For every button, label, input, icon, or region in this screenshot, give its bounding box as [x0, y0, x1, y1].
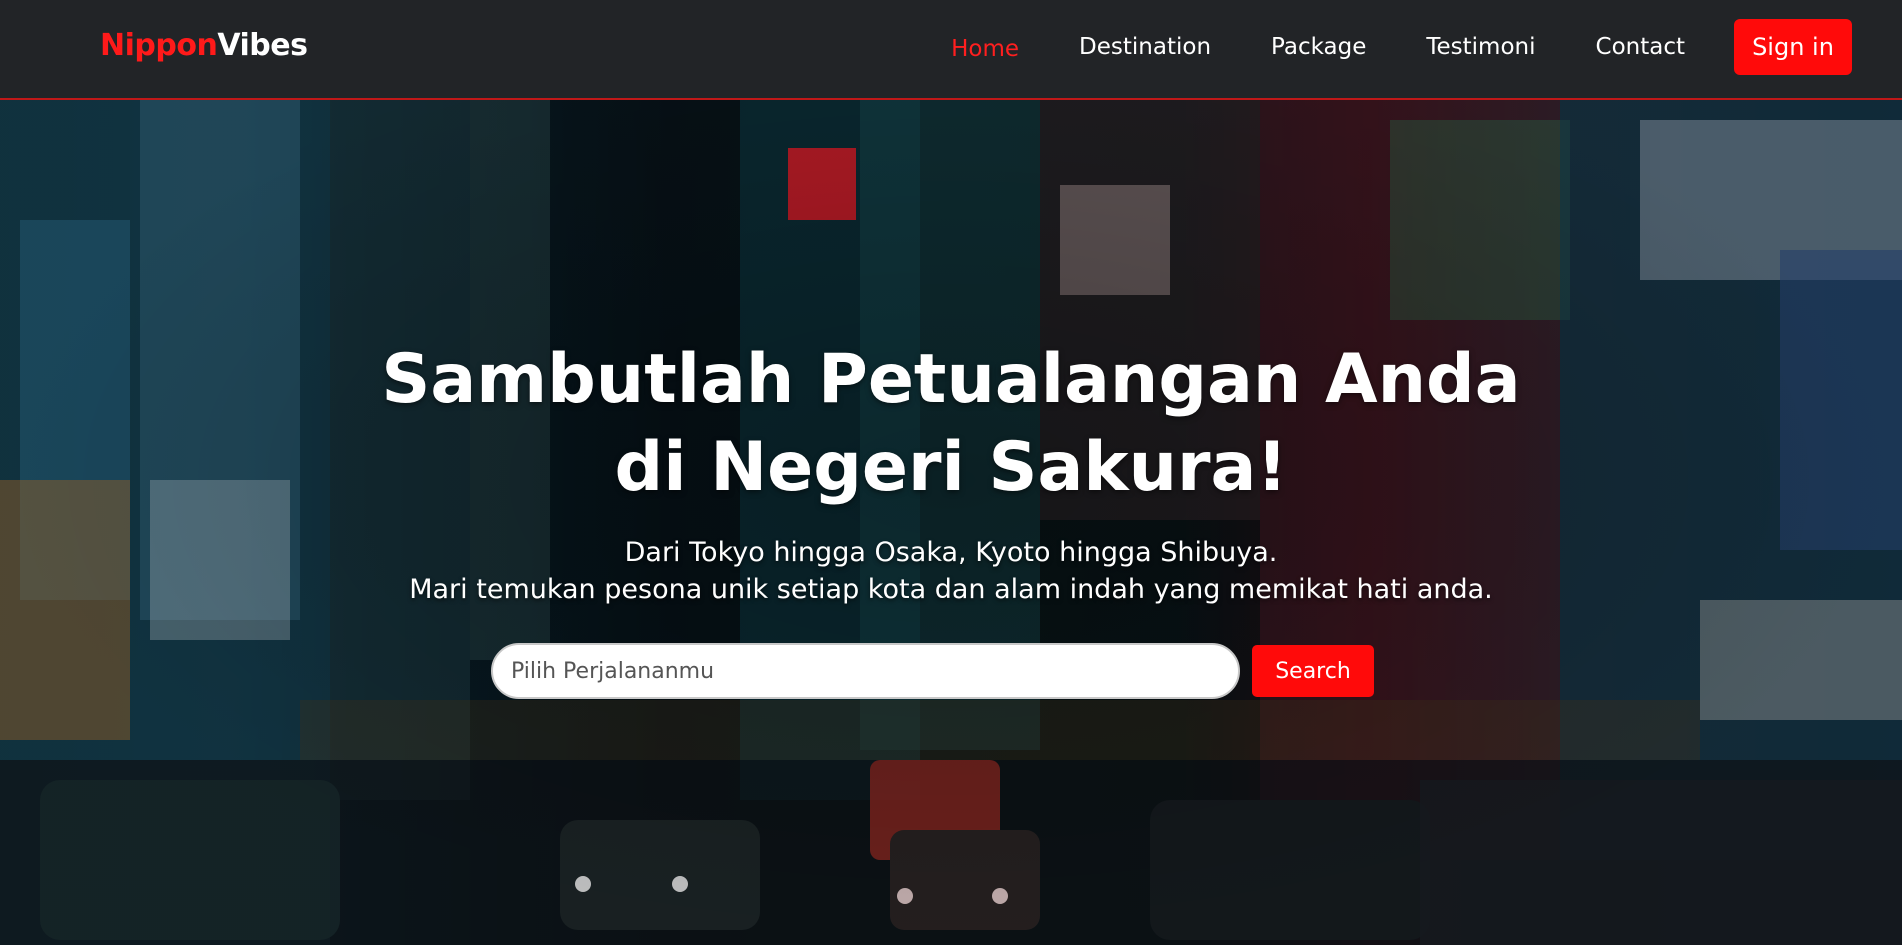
- nav-link-home[interactable]: Home: [951, 36, 1019, 62]
- hero-subtitle-line2: Mari temukan pesona unik setiap kota dan…: [409, 574, 1493, 605]
- search-button[interactable]: Search: [1252, 645, 1374, 697]
- nav-link-contact[interactable]: Contact: [1596, 34, 1685, 60]
- hero-title-line2: di Negeri Sakura!: [614, 428, 1288, 507]
- hero-title: Sambutlah Petualangan Anda di Negeri Sak…: [0, 336, 1902, 512]
- navbar: NipponVibes Home Destination Package Tes…: [0, 0, 1902, 100]
- search-input[interactable]: [491, 643, 1240, 699]
- page: NipponVibes Home Destination Package Tes…: [0, 0, 1902, 945]
- signin-button[interactable]: Sign in: [1734, 19, 1852, 75]
- hero-subtitle: Dari Tokyo hingga Osaka, Kyoto hingga Sh…: [0, 534, 1902, 608]
- brand-logo-part1: Nippon: [100, 28, 218, 63]
- brand-logo[interactable]: NipponVibes: [100, 28, 308, 63]
- nav-menu: Home Destination Package Testimoni Conta…: [891, 19, 1852, 75]
- nav-link-destination[interactable]: Destination: [1079, 34, 1211, 60]
- brand-logo-part2: Vibes: [217, 28, 308, 63]
- nav-link-testimoni[interactable]: Testimoni: [1426, 34, 1535, 60]
- nav-link-package[interactable]: Package: [1271, 34, 1366, 60]
- hero-dark-overlay: [0, 100, 1902, 945]
- hero-section: Sambutlah Petualangan Anda di Negeri Sak…: [0, 100, 1902, 945]
- search-bar: Search: [491, 643, 1374, 699]
- hero-title-line1: Sambutlah Petualangan Anda: [381, 340, 1521, 419]
- hero-subtitle-line1: Dari Tokyo hingga Osaka, Kyoto hingga Sh…: [624, 537, 1278, 568]
